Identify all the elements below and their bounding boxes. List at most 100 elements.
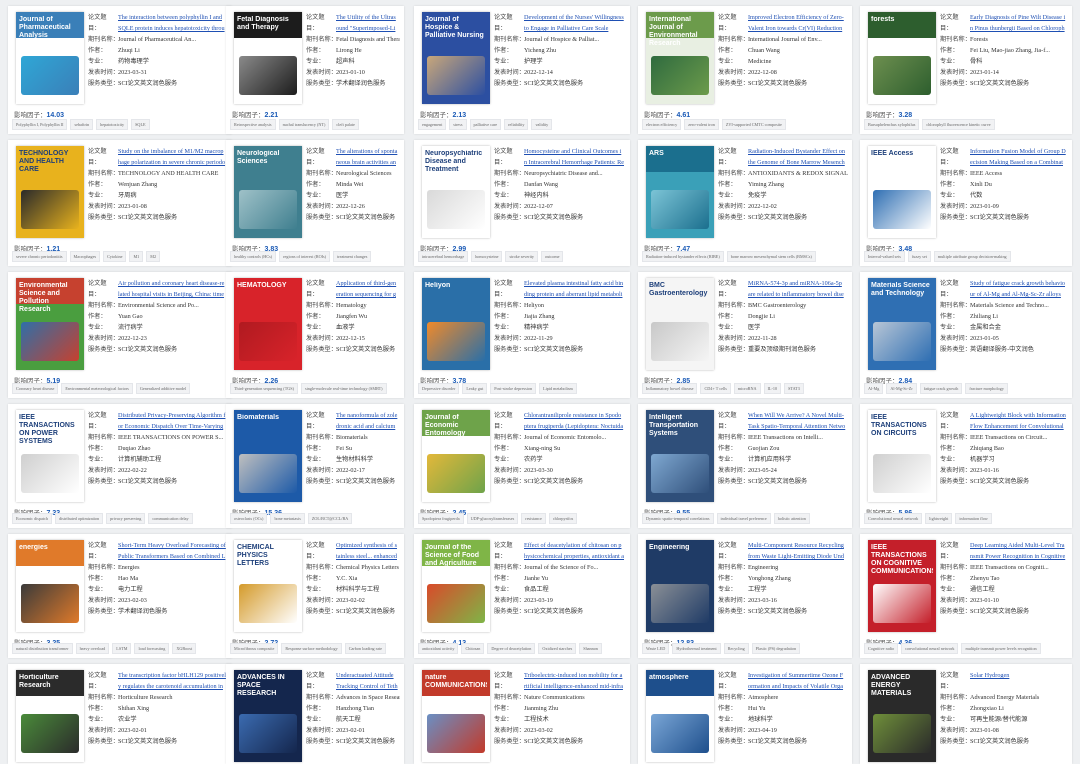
keyword-tag[interactable]: lightweight bbox=[925, 513, 953, 524]
keyword-tag[interactable]: M1 bbox=[129, 251, 144, 262]
case-card[interactable]: Journal of Pharmaceutical Analysis 影响因子：1… bbox=[8, 6, 232, 134]
journal-cover-image[interactable]: Horticulture Research bbox=[16, 670, 84, 762]
case-card[interactable]: Journal of Hospice & Palliative Nursing 影… bbox=[414, 6, 630, 134]
keyword-tag[interactable]: single-molecule real-time technology (SM… bbox=[301, 383, 387, 394]
paper-title-link[interactable]: Deep Learning Aided Multi-Level Transmit… bbox=[970, 540, 1066, 562]
journal-cover-image[interactable]: IEEE Access bbox=[868, 146, 936, 238]
paper-title-link[interactable]: Triboelectric-induced ion mobility for a… bbox=[524, 670, 624, 692]
journal-cover-image[interactable]: energies bbox=[16, 540, 84, 632]
journal-cover-image[interactable]: IEEE TRANSACTIONS ON POWER SYSTEMS bbox=[16, 410, 84, 502]
keyword-tag[interactable]: Carbon loading rate bbox=[344, 643, 386, 654]
keyword-tag[interactable]: nuchal translucency (NT) bbox=[278, 119, 330, 130]
journal-cover-image[interactable]: ADVANCES IN SPACE RESEARCH bbox=[234, 670, 302, 762]
keyword-tag[interactable]: STAT3 bbox=[784, 383, 804, 394]
keyword-tag[interactable]: microRNA bbox=[733, 383, 761, 394]
keyword-tag[interactable]: UDP-glucosyltransferases bbox=[466, 513, 519, 524]
keyword-tag[interactable]: Degree of deacetylation bbox=[487, 643, 536, 654]
case-card[interactable]: IEEE TRANSACTIONS ON POWER SYSTEMS影响因子：7… bbox=[8, 404, 232, 528]
paper-title-link[interactable]: A Lightweight Block with Information Flo… bbox=[970, 410, 1066, 432]
keyword-tag[interactable]: homocysteine bbox=[471, 251, 503, 262]
keyword-tag[interactable]: ZOL/BCT@CCL/BA bbox=[307, 513, 353, 524]
keyword-tag[interactable]: communication delay bbox=[148, 513, 193, 524]
case-card[interactable]: TECHNOLOGY AND HEALTH CARE 影响因子：1.21 论文题目：… bbox=[8, 140, 232, 266]
keyword-tag[interactable]: Macrophages bbox=[69, 251, 101, 262]
paper-title-link[interactable]: The nanoformula of zoledronic acid and c… bbox=[336, 410, 398, 432]
paper-title-link[interactable]: Study of fatigue crack growth behaviour … bbox=[970, 278, 1066, 300]
journal-cover-image[interactable]: Biomaterials bbox=[234, 410, 302, 502]
keyword-tag[interactable]: Chitosan bbox=[461, 643, 485, 654]
journal-cover-image[interactable]: Journal of Pharmaceutical Analysis bbox=[16, 12, 84, 104]
keyword-tag[interactable]: chlorpyrifos bbox=[548, 513, 578, 524]
keyword-tag[interactable]: M2 bbox=[146, 251, 161, 262]
paper-title-link[interactable]: Study on the imbalance of M1/M2 macropha… bbox=[118, 146, 226, 168]
keyword-tag[interactable]: severe chronic periodontitis bbox=[12, 251, 67, 262]
case-card[interactable]: Neuropsychiatric Disease and Treatment 影响… bbox=[414, 140, 630, 266]
paper-title-link[interactable]: Investigation of Summertime Ozone Format… bbox=[748, 670, 846, 692]
paper-title-link[interactable]: Air pollution and coronary heart disease… bbox=[118, 278, 226, 300]
keyword-tag[interactable]: IL-10 bbox=[763, 383, 782, 394]
paper-title-link[interactable]: Underactuated Attitude Tracking Control … bbox=[336, 670, 398, 692]
keyword-tag[interactable]: sebaftrin bbox=[70, 119, 94, 130]
keyword-tag[interactable]: ZVI-supported CMTC composite bbox=[721, 119, 786, 130]
keyword-tag[interactable]: fatigue crack growth bbox=[919, 383, 963, 394]
journal-cover-image[interactable]: Journal of the Science of Food and Agric… bbox=[422, 540, 490, 632]
keyword-tag[interactable]: stress bbox=[449, 119, 467, 130]
paper-title-link[interactable]: Elevated plasma intestinal fatty acid bi… bbox=[524, 278, 624, 300]
keyword-tag[interactable]: Al-Mg bbox=[864, 383, 884, 394]
keyword-tag[interactable]: Plastic (PS) degradation bbox=[751, 643, 801, 654]
keyword-tag[interactable]: Al-Mg-Sc-Zr bbox=[886, 383, 917, 394]
keyword-tag[interactable]: Coronary heart disease bbox=[12, 383, 59, 394]
keyword-tag[interactable]: osteoclasts (OCs) bbox=[230, 513, 268, 524]
keyword-tag[interactable]: holistic attention bbox=[773, 513, 810, 524]
keyword-tag[interactable]: zero-valent iron bbox=[684, 119, 719, 130]
keyword-tag[interactable]: privacy preserving bbox=[106, 513, 146, 524]
keyword-tag[interactable]: Generalized additive model bbox=[135, 383, 191, 394]
keyword-tag[interactable]: Dynamic spatio-temporal correlations bbox=[642, 513, 714, 524]
keyword-tag[interactable]: antioxidant activity bbox=[418, 643, 459, 654]
journal-cover-image[interactable]: BMC Gastroenterology bbox=[646, 278, 714, 370]
paper-title-link[interactable]: Chlorantraniliprole resistance in Spodop… bbox=[524, 410, 624, 432]
keyword-tag[interactable]: Economic dispatch bbox=[12, 513, 52, 524]
keyword-tag[interactable]: outcome bbox=[541, 251, 564, 262]
paper-title-link[interactable]: Short-Term Heavy Overload Forecasting of… bbox=[118, 540, 226, 562]
paper-title-link[interactable]: Information Fusion Model of Group Decisi… bbox=[970, 146, 1066, 168]
case-card[interactable]: BMC Gastroenterology 影响因子：2.85 论文题目：MiRNA-… bbox=[638, 272, 852, 398]
paper-title-link[interactable]: Multi-Component Resource Recycling from … bbox=[748, 540, 846, 562]
paper-title-link[interactable]: Improved Electron Efficiency of Zero-Val… bbox=[748, 12, 846, 34]
paper-title-link[interactable]: Early Diagnosis of Pine Wilt Disease in … bbox=[970, 12, 1066, 34]
case-card[interactable]: Journal of the Science of Food and Agric… bbox=[414, 534, 630, 658]
keyword-tag[interactable]: Spodoptera frugiperda bbox=[418, 513, 464, 524]
journal-cover-image[interactable]: Environmental Science and Pollution Rese… bbox=[16, 278, 84, 370]
keyword-tag[interactable]: engagement bbox=[418, 119, 447, 130]
keyword-tag[interactable]: Response surface methodology bbox=[281, 643, 342, 654]
keyword-tag[interactable]: Polyphyllin I, Polyphyllin II bbox=[12, 119, 68, 130]
paper-title-link[interactable]: The alterations of spontaneous brain act… bbox=[336, 146, 398, 168]
keyword-tag[interactable]: Retrospective analysis bbox=[230, 119, 276, 130]
journal-cover-image[interactable]: Heliyon bbox=[422, 278, 490, 370]
paper-title-link[interactable]: When Will We Arrive? A Novel Multi-Task … bbox=[748, 410, 846, 432]
keyword-tag[interactable]: Convolutional neural network bbox=[864, 513, 923, 524]
case-card[interactable]: ARS 影响因子：7.47 论文题目：Radiation-Induced Bysta… bbox=[638, 140, 852, 266]
keyword-tag[interactable]: stroke severity bbox=[505, 251, 539, 262]
keyword-tag[interactable]: Environmental meteorological factors bbox=[61, 383, 133, 394]
keyword-tag[interactable]: resistance bbox=[521, 513, 546, 524]
keyword-tag[interactable]: bone marrow mesenchymal stem cells (BMSC… bbox=[726, 251, 816, 262]
keyword-tag[interactable]: fuzzy set bbox=[907, 251, 931, 262]
journal-cover-image[interactable]: ADVANCED ENERGY MATERIALS bbox=[868, 670, 936, 762]
paper-title-link[interactable]: Optimized synthesis of stainless steel..… bbox=[336, 540, 398, 562]
case-card[interactable]: Intelligent Transportation Systems影响因子：9… bbox=[638, 404, 852, 528]
keyword-tag[interactable]: Lipid metabolism bbox=[539, 383, 577, 394]
journal-cover-image[interactable]: Fetal Diagnosis and Therapy bbox=[234, 12, 302, 104]
journal-cover-image[interactable]: Neurological Sciences bbox=[234, 146, 302, 238]
case-card[interactable]: ADVANCES IN SPACE RESEARCH 论文题目： Underactu… bbox=[226, 664, 404, 764]
keyword-tag[interactable]: multiple transmit power levels recogniti… bbox=[961, 643, 1041, 654]
keyword-tag[interactable]: Hydrothermal treatment bbox=[672, 643, 721, 654]
keyword-tag[interactable]: XGBoost bbox=[172, 643, 197, 654]
keyword-tag[interactable]: Inflammatory bowel disease bbox=[642, 383, 698, 394]
case-card[interactable]: nature COMMUNICATIONS 论文题目： Triboelectric-… bbox=[414, 664, 630, 764]
keyword-tag[interactable]: LSTM bbox=[112, 643, 132, 654]
keyword-tag[interactable]: Post-stroke depression bbox=[490, 383, 537, 394]
keyword-tag[interactable]: Oxidized starches bbox=[538, 643, 577, 654]
keyword-tag[interactable]: bone metastasis bbox=[270, 513, 305, 524]
journal-cover-image[interactable]: Materials Science and Technology bbox=[868, 278, 936, 370]
